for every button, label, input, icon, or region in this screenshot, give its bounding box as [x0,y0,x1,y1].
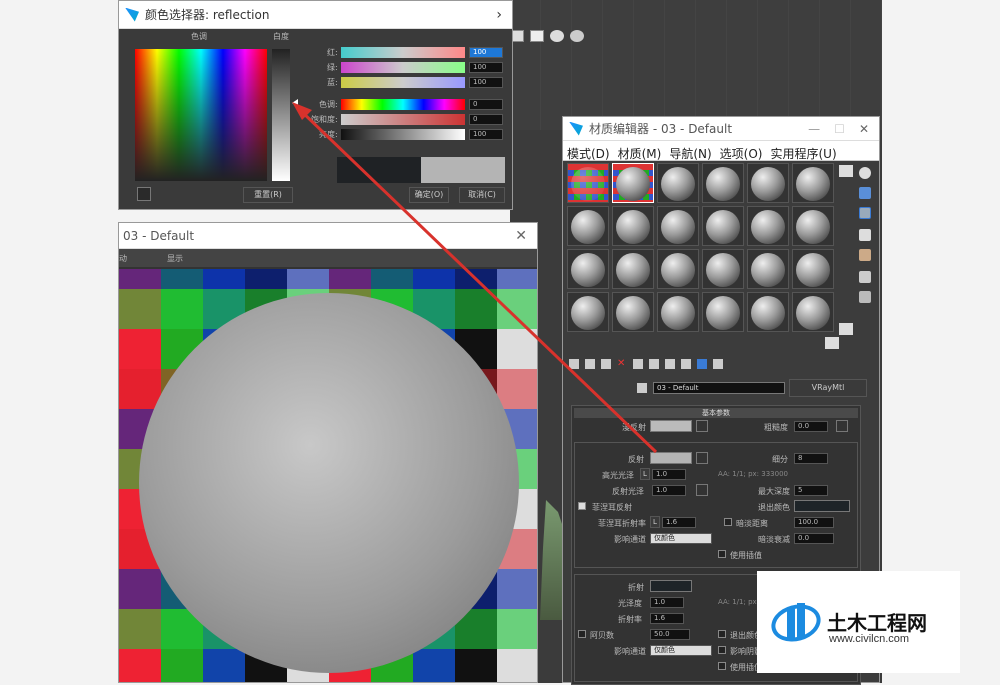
watermark-logo [767,599,825,647]
arrow-line [298,108,658,454]
watermark-box: 土木工程网 www.civilcn.com [757,571,960,673]
watermark-name: 土木工程网 [827,611,927,635]
watermark-url: www.civilcn.com [829,633,910,645]
